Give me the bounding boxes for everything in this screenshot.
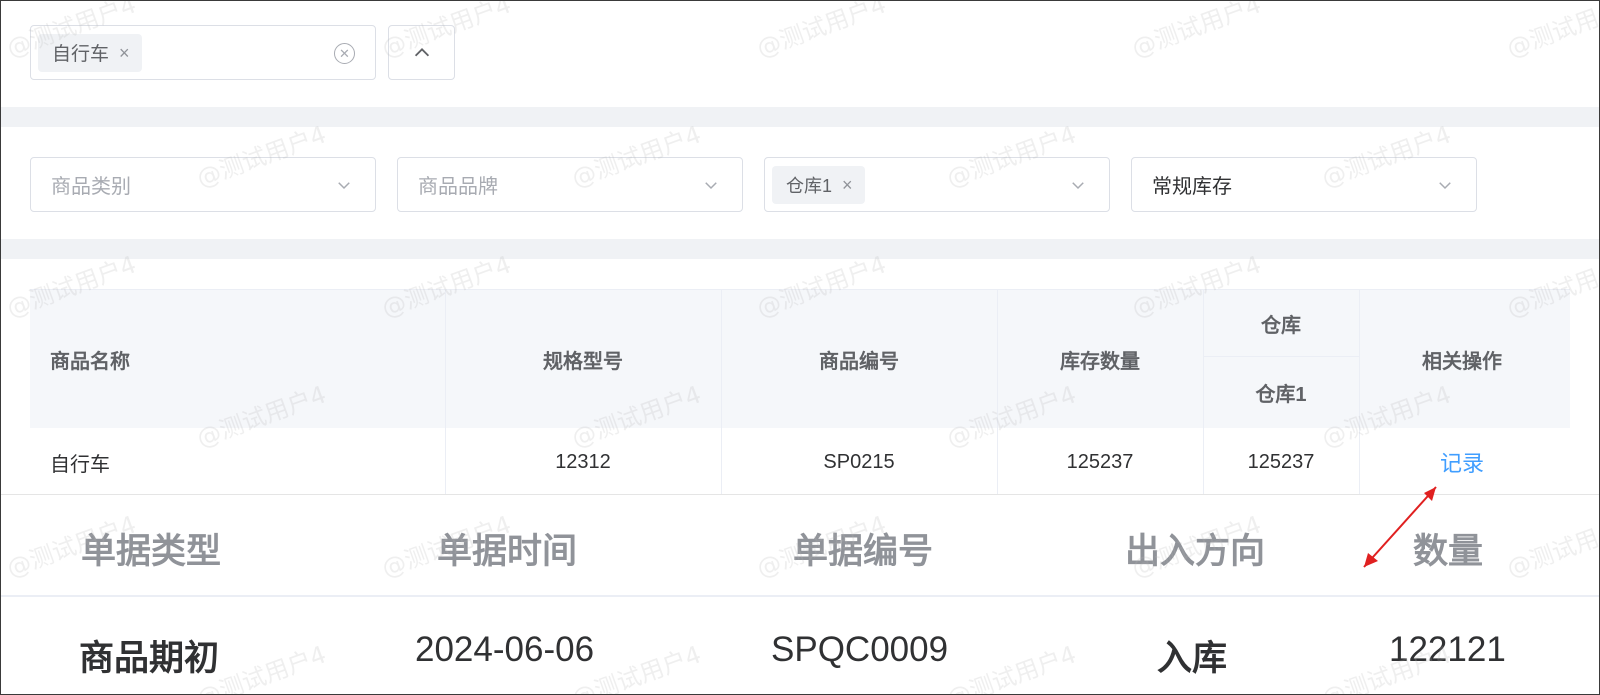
annotation-arrow-icon	[1363, 486, 1437, 568]
table-row: 自行车 12312 SP0215 125237 125237 记录	[30, 428, 1570, 496]
column-divider	[997, 428, 998, 496]
table-header: 商品名称 规格型号 商品编号 库存数量 仓库 仓库1 相关操作	[30, 290, 1570, 428]
inventory-table: 商品名称 规格型号 商品编号 库存数量 仓库 仓库1 相关操作 自行车 1231…	[30, 289, 1570, 496]
cell-warehouse-1: 125237	[1247, 450, 1315, 473]
detail-cell-doc-time: 2024-06-06	[415, 630, 595, 669]
top-filter-row: 自行车 × ✕	[30, 25, 455, 80]
chevron-up-icon	[414, 47, 429, 56]
product-multi-select[interactable]: 自行车 × ✕	[30, 25, 376, 80]
category-select[interactable]: 商品类别	[30, 157, 376, 212]
column-divider	[721, 428, 722, 496]
warehouse-select[interactable]: 仓库1 ×	[764, 157, 1110, 212]
inventory-page: 自行车 × ✕ 商品类别 商品品牌 仓库1 × 常规库存 商品名称 规格型号 商…	[0, 0, 1600, 695]
header-warehouse-group: 仓库	[1261, 314, 1301, 337]
warehouse-tag-label: 仓库1	[786, 175, 833, 196]
detail-cell-doc-no: SPQC0009	[771, 630, 949, 669]
watermark-text: @测试用户4	[1503, 0, 1600, 63]
watermark-text: @测试用户4	[753, 0, 890, 63]
column-divider	[1203, 290, 1204, 428]
selected-product-tag-label: 自行车	[52, 44, 110, 65]
header-product-name: 商品名称	[50, 350, 130, 373]
tag-close-icon[interactable]: ×	[119, 44, 130, 62]
chevron-down-icon	[705, 182, 717, 190]
tag-close-icon[interactable]: ×	[842, 176, 853, 194]
detail-header-doc-no: 单据编号	[793, 532, 934, 571]
brand-select[interactable]: 商品品牌	[397, 157, 743, 212]
header-actions: 相关操作	[1422, 350, 1502, 373]
header-stock-qty: 库存数量	[1060, 350, 1140, 373]
detail-cell-doc-type: 商品期初	[79, 639, 220, 678]
chevron-down-icon	[338, 182, 350, 190]
section-divider	[1, 239, 1599, 259]
filter-row: 商品类别 商品品牌 仓库1 × 常规库存	[30, 157, 1477, 212]
column-divider	[445, 290, 446, 428]
column-divider	[997, 290, 998, 428]
cell-product-name: 自行车	[50, 453, 110, 476]
watermark-text: @测试用户4	[1128, 0, 1265, 63]
column-divider	[1203, 428, 1204, 496]
brand-placeholder: 商品品牌	[418, 176, 498, 198]
stock-type-select[interactable]: 常规库存	[1131, 157, 1477, 212]
header-warehouse-1: 仓库1	[1255, 383, 1307, 406]
detail-header-doc-time: 单据时间	[437, 532, 578, 571]
cell-stock-qty: 125237	[1066, 450, 1134, 473]
detail-header-doc-type: 单据类型	[81, 532, 222, 571]
category-placeholder: 商品类别	[51, 176, 131, 198]
section-divider	[1, 107, 1599, 127]
selected-product-tag: 自行车 ×	[38, 33, 142, 72]
column-divider	[445, 428, 446, 496]
cell-product-code: SP0215	[823, 450, 895, 473]
record-link[interactable]: 记录	[1440, 446, 1484, 478]
header-product-code: 商品编号	[819, 350, 899, 373]
chevron-down-icon	[1439, 182, 1451, 190]
clear-circle-icon[interactable]: ✕	[334, 43, 355, 64]
cell-spec: 12312	[555, 450, 611, 473]
chevron-down-icon	[1072, 182, 1084, 190]
row-divider	[1203, 356, 1359, 357]
detail-header-direction: 出入方向	[1125, 532, 1266, 571]
stock-type-value: 常规库存	[1152, 176, 1232, 198]
column-divider	[721, 290, 722, 428]
column-divider	[1359, 290, 1360, 428]
warehouse-tag: 仓库1 ×	[772, 165, 865, 204]
detail-cell-direction: 入库	[1157, 639, 1228, 678]
collapse-button[interactable]	[388, 25, 455, 80]
header-spec: 规格型号	[543, 350, 623, 373]
detail-cell-quantity: 122121	[1389, 630, 1506, 669]
